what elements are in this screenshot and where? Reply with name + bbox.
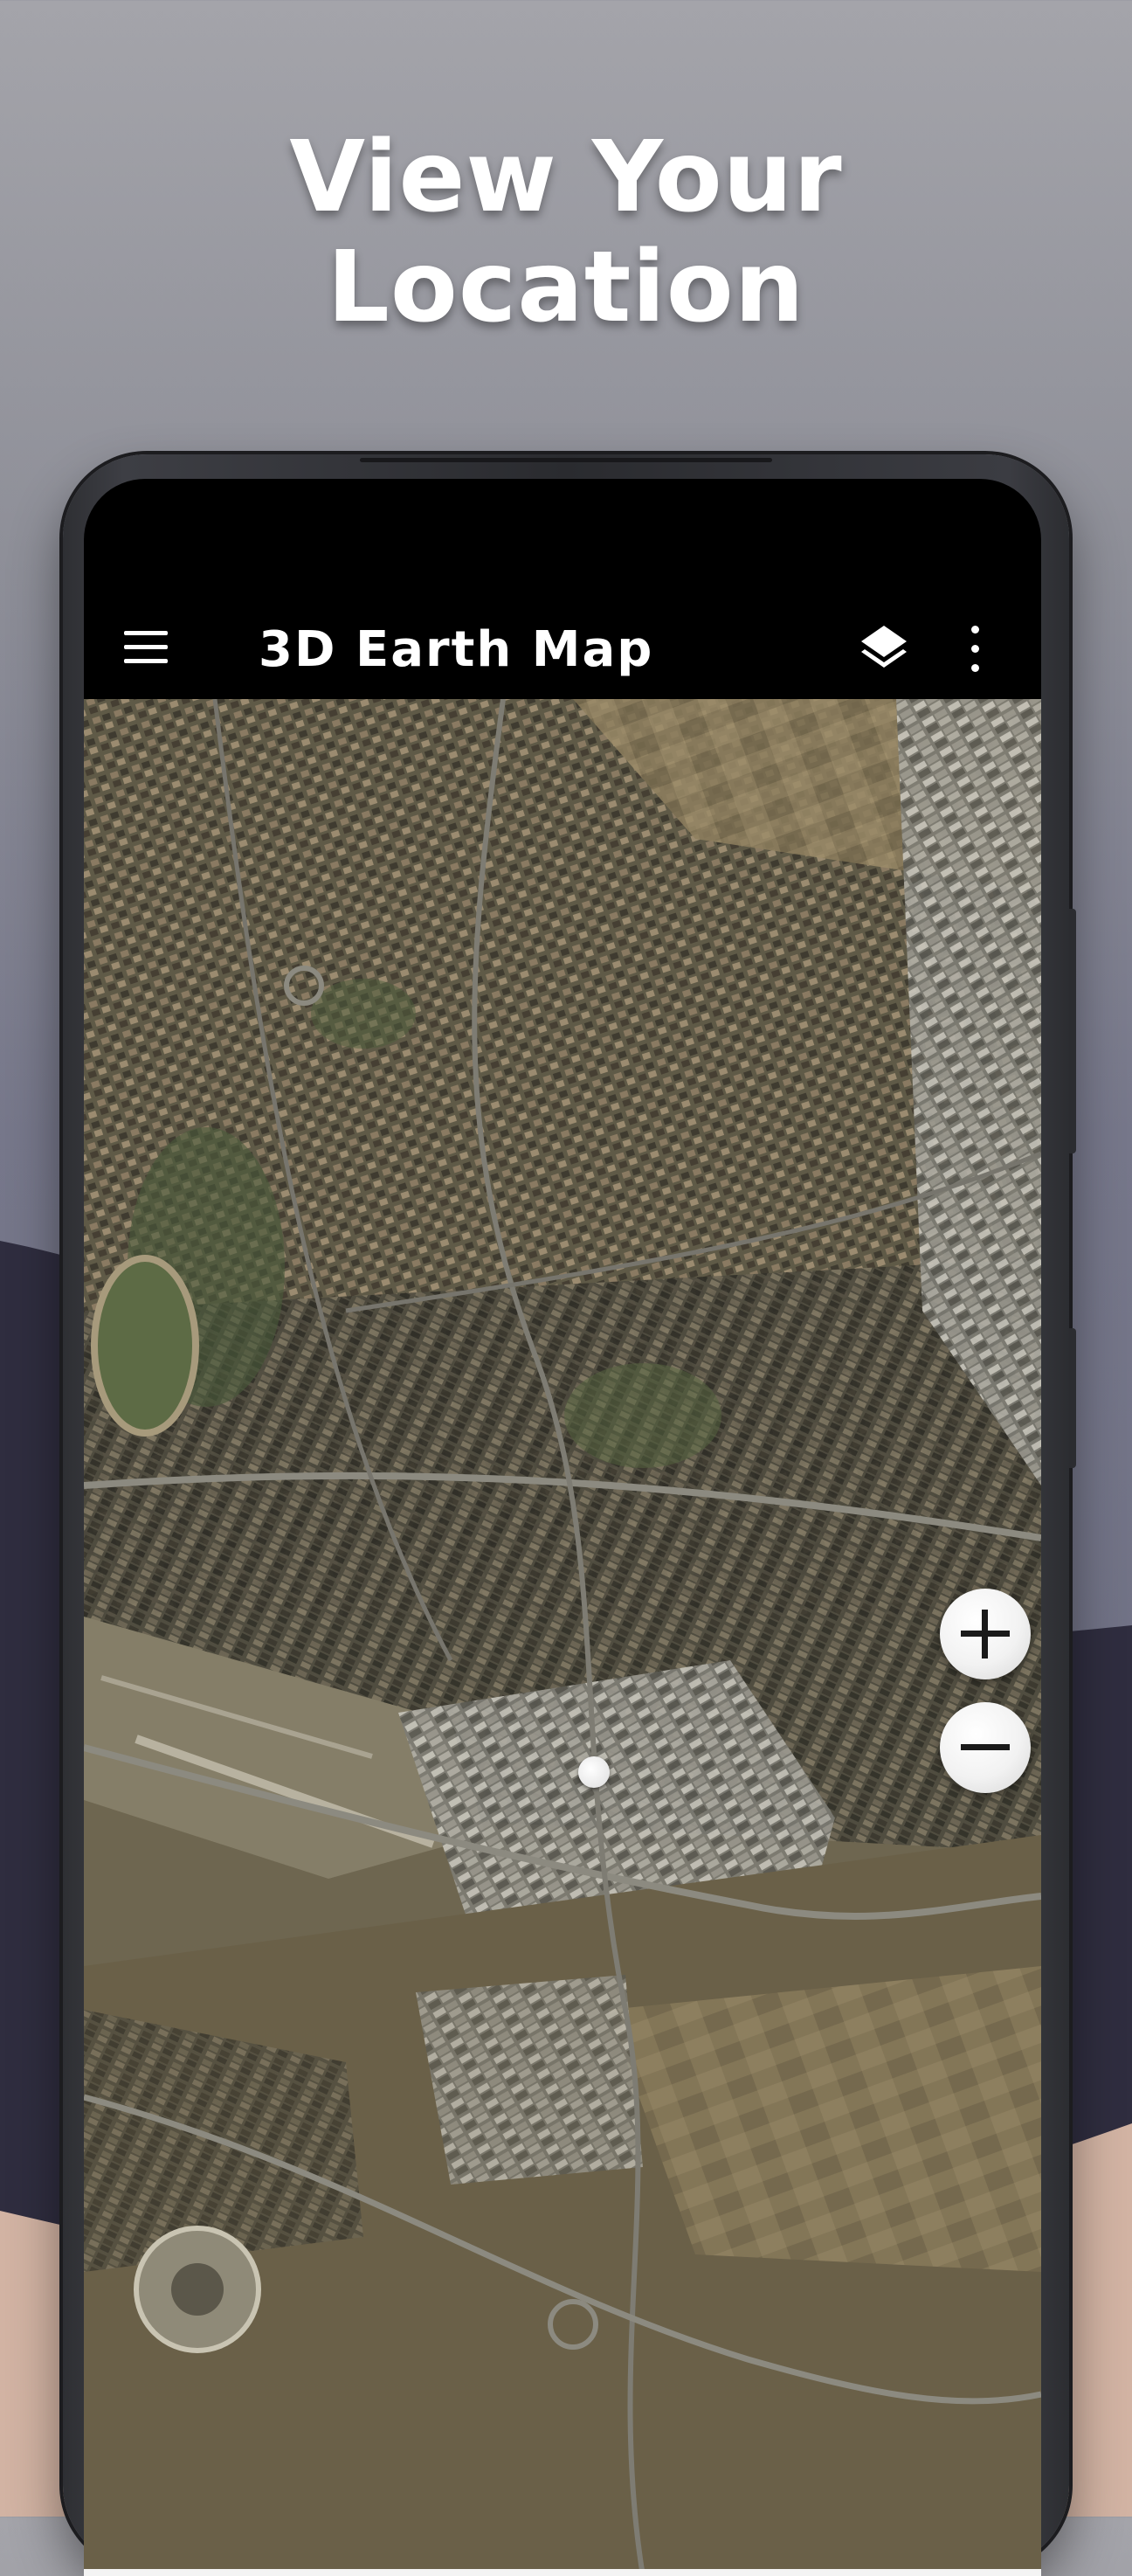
app-title: 3D Earth Map xyxy=(259,621,654,678)
app-toolbar: 3D Earth Map xyxy=(84,601,1041,697)
phone-frame: 3D Earth Map xyxy=(63,454,1076,2576)
phone-screen: 3D Earth Map xyxy=(84,479,1041,2576)
more-vert-icon[interactable] xyxy=(957,622,992,676)
zoom-out-button[interactable] xyxy=(940,1702,1031,1793)
satellite-imagery xyxy=(84,699,1041,2576)
current-location-dot xyxy=(578,1756,610,1788)
layers-icon[interactable] xyxy=(856,620,912,676)
headline-line-2: Location xyxy=(327,231,805,344)
satellite-map[interactable] xyxy=(84,699,1041,2576)
phone-volume-button xyxy=(1069,909,1076,1153)
phone-speaker-grille xyxy=(360,458,772,462)
minus-icon xyxy=(961,1744,1010,1750)
plus-icon xyxy=(961,1610,1010,1658)
zoom-in-button[interactable] xyxy=(940,1589,1031,1679)
phone-power-button xyxy=(1069,1328,1076,1468)
bottom-panel-edge xyxy=(84,2569,1041,2576)
headline-line-1: View Your xyxy=(289,121,843,234)
hamburger-menu-icon[interactable] xyxy=(122,627,171,671)
promo-headline: View Your Location xyxy=(0,122,1132,343)
